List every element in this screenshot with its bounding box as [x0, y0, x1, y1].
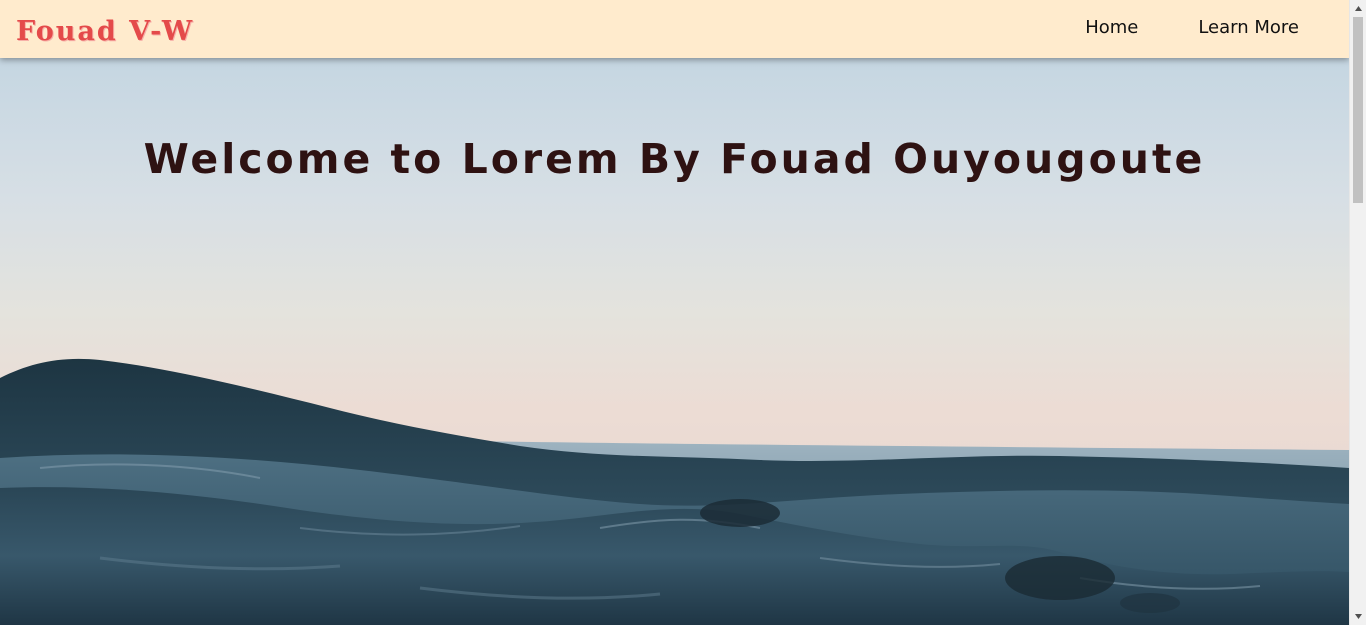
hero-title: Welcome to Lorem By Fouad Ouyougoute — [143, 135, 1206, 183]
nav-link-home[interactable]: Home — [1085, 17, 1138, 38]
browser-viewport: Welcome to Lorem By Fouad Ouyougoute Fou… — [0, 0, 1366, 625]
navbar: Fouad V-W Home Learn More — [0, 0, 1349, 58]
scroll-down-icon[interactable] — [1350, 608, 1366, 625]
nav-link-learn-more[interactable]: Learn More — [1198, 17, 1299, 38]
scroll-up-icon[interactable] — [1350, 0, 1366, 17]
brand-logo[interactable]: Fouad V-W — [16, 13, 194, 51]
hero-section: Welcome to Lorem By Fouad Ouyougoute — [0, 58, 1349, 625]
vertical-scrollbar[interactable] — [1349, 0, 1366, 625]
scrollbar-thumb[interactable] — [1353, 17, 1363, 203]
page: Welcome to Lorem By Fouad Ouyougoute Fou… — [0, 0, 1349, 625]
nav-links: Home Learn More — [1085, 0, 1299, 58]
